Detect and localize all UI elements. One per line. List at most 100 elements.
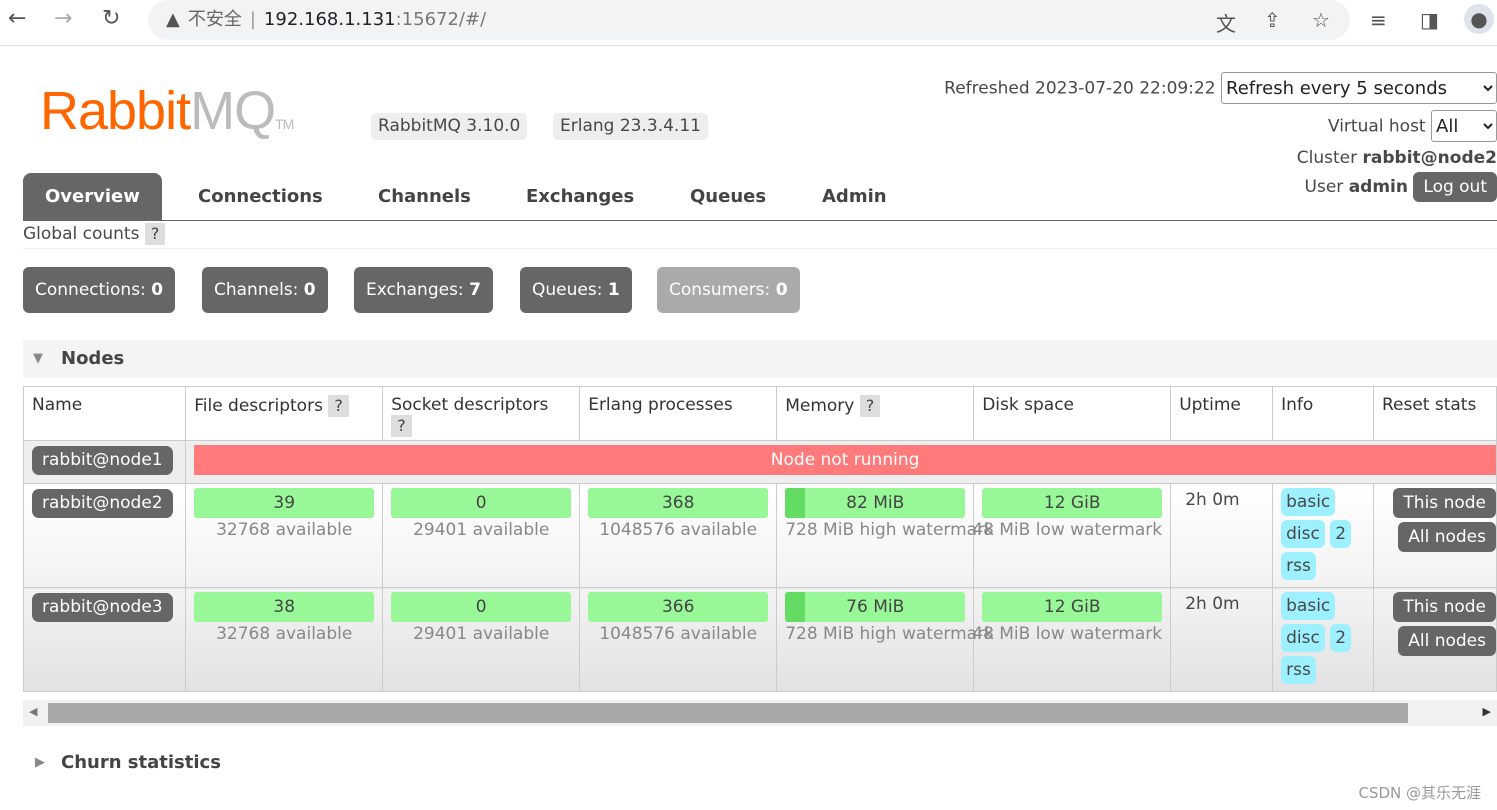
media-icon[interactable]: ≡ bbox=[1370, 8, 1387, 32]
node-link[interactable]: rabbit@node2 bbox=[32, 489, 173, 518]
main-tabs: Overview Connections Channels Exchanges … bbox=[23, 173, 1497, 221]
exchanges-count[interactable]: Exchanges: 7 bbox=[354, 267, 493, 313]
horizontal-scrollbar[interactable]: ◀ ▶ bbox=[23, 700, 1497, 726]
tab-overview[interactable]: Overview bbox=[23, 173, 162, 220]
memory-bar: 76 MiB bbox=[785, 592, 966, 622]
expand-triangle-icon: ▶ bbox=[35, 755, 45, 770]
count-label: Queues: bbox=[532, 280, 603, 300]
vhost-select[interactable]: All bbox=[1431, 110, 1497, 142]
col-name: Name bbox=[22, 386, 187, 441]
file-descriptors-sub: 32768 available bbox=[216, 624, 353, 644]
address-bar[interactable]: ▲ 不安全 | 192.168.1.131:15672/#/ bbox=[148, 0, 1350, 40]
churn-title: Churn statistics bbox=[61, 752, 221, 773]
disk-value: 12 GiB bbox=[1043, 597, 1101, 617]
scroll-right-icon[interactable]: ▶ bbox=[1483, 705, 1491, 718]
rabbitmq-logo[interactable]: RabbitMQTM bbox=[40, 80, 294, 142]
translate-icon[interactable]: ⽂ bbox=[1216, 8, 1236, 37]
profile-icon[interactable]: ● bbox=[1464, 4, 1494, 34]
browser-toolbar: ← → ↻ ▲ 不安全 | 192.168.1.131:15672/#/ ⽂ ⇪ ☆ … bbox=[0, 0, 1497, 46]
queues-count[interactable]: Queues: 1 bbox=[520, 267, 632, 313]
refreshed-label: Refreshed bbox=[944, 78, 1030, 99]
reset-this-node-button[interactable]: This node bbox=[1393, 488, 1496, 518]
star-icon[interactable]: ☆ bbox=[1312, 8, 1330, 32]
global-counts-label: Global counts bbox=[23, 224, 140, 244]
erlang-processes-sub: 1048576 available bbox=[599, 624, 758, 644]
logo-tm: TM bbox=[275, 116, 294, 132]
tab-admin[interactable]: Admin bbox=[800, 173, 909, 220]
memory-cell: 76 MiB 728 MiB high watermark bbox=[776, 587, 994, 692]
nodes-section-toggle[interactable]: ▼ Nodes bbox=[23, 340, 1497, 378]
help-button[interactable]: ? bbox=[859, 395, 881, 417]
help-button[interactable]: ? bbox=[144, 223, 166, 245]
refreshed-time: 2023-07-20 22:09:22 bbox=[1035, 78, 1216, 99]
file-descriptors-value: 38 bbox=[273, 597, 296, 617]
consumers-count[interactable]: Consumers: 0 bbox=[657, 267, 800, 313]
tab-connections[interactable]: Connections bbox=[176, 173, 345, 220]
memory-fill bbox=[785, 488, 805, 518]
info-badge-rss: rss bbox=[1281, 656, 1316, 684]
churn-section-toggle[interactable]: ▶ Churn statistics bbox=[23, 750, 221, 776]
count-value: 7 bbox=[469, 280, 481, 300]
reset-all-nodes-button[interactable]: All nodes bbox=[1398, 522, 1496, 552]
disk-value: 12 GiB bbox=[1043, 493, 1101, 513]
file-descriptors-sub: 32768 available bbox=[216, 520, 353, 540]
scrollbar-thumb[interactable] bbox=[48, 703, 1408, 723]
help-button[interactable]: ? bbox=[328, 395, 349, 417]
file-descriptors-cell: 38 32768 available bbox=[185, 587, 384, 692]
tab-channels[interactable]: Channels bbox=[356, 173, 493, 220]
table-row: rabbit@node2 39 32768 available 0 29401 avai… bbox=[22, 483, 1497, 588]
erlang-processes-bar: 366 bbox=[588, 592, 769, 622]
col-info: Info bbox=[1272, 386, 1374, 441]
info-badge-disc: disc bbox=[1281, 624, 1325, 652]
socket-descriptors-value: 0 bbox=[475, 493, 487, 513]
back-icon[interactable]: ← bbox=[8, 6, 26, 31]
count-value: 0 bbox=[151, 280, 164, 300]
col-uptime: Uptime bbox=[1170, 386, 1274, 441]
share-icon[interactable]: ⇪ bbox=[1264, 8, 1281, 32]
forward-icon[interactable]: → bbox=[54, 6, 72, 31]
col-erlang-processes: Erlang processes bbox=[579, 386, 778, 441]
channels-count[interactable]: Channels: 0 bbox=[202, 267, 328, 313]
global-counts-heading: Global counts ? bbox=[23, 223, 1497, 249]
name-cell: rabbit@node2 bbox=[22, 483, 187, 588]
disk-cell: 12 GiB 48 MiB low watermark bbox=[972, 483, 1172, 588]
socket-descriptors-value: 0 bbox=[475, 597, 487, 617]
url-host: 192.168.1.131 bbox=[263, 9, 396, 30]
count-value: 0 bbox=[775, 280, 788, 300]
sidepanel-icon[interactable]: ◨ bbox=[1420, 8, 1439, 32]
reload-icon[interactable]: ↻ bbox=[102, 6, 120, 31]
scroll-left-icon[interactable]: ◀ bbox=[29, 705, 37, 718]
tab-queues[interactable]: Queues bbox=[668, 173, 788, 220]
socket-descriptors-cell: 0 29401 available bbox=[382, 483, 581, 588]
name-cell: rabbit@node1 bbox=[22, 440, 187, 484]
refresh-select[interactable]: Refresh every 5 seconds bbox=[1221, 72, 1497, 104]
node-link[interactable]: rabbit@node3 bbox=[32, 593, 173, 622]
col-disk-space: Disk space bbox=[973, 386, 1172, 441]
reset-all-nodes-button[interactable]: All nodes bbox=[1398, 626, 1496, 656]
logo-rabbit: Rabbit bbox=[40, 81, 191, 141]
disk-bar: 12 GiB bbox=[982, 592, 1163, 622]
col-label: File descriptors bbox=[194, 396, 323, 416]
memory-cell: 82 MiB 728 MiB high watermark bbox=[776, 483, 994, 588]
table-header: Name File descriptors ? Socket descripto… bbox=[22, 386, 1497, 441]
disk-bar: 12 GiB bbox=[982, 488, 1163, 518]
count-value: 1 bbox=[607, 280, 620, 300]
uptime-cell: 2h 0m bbox=[1170, 483, 1274, 588]
count-value: 0 bbox=[303, 280, 316, 300]
count-label: Consumers: bbox=[669, 280, 771, 300]
connections-count[interactable]: Connections: 0 bbox=[23, 267, 176, 313]
tab-exchanges[interactable]: Exchanges bbox=[504, 173, 656, 220]
col-memory: Memory ? bbox=[776, 386, 975, 441]
info-badge-2: 2 bbox=[1330, 520, 1352, 548]
info-badge-rss: rss bbox=[1281, 552, 1316, 580]
info-badge-basic: basic bbox=[1281, 592, 1336, 620]
node-link[interactable]: rabbit@node1 bbox=[32, 446, 173, 475]
socket-descriptors-sub: 29401 available bbox=[413, 520, 550, 540]
count-label: Connections: bbox=[35, 280, 146, 300]
table-row: rabbit@node1 Node not running bbox=[22, 440, 1497, 484]
reset-cell: This node All nodes bbox=[1372, 587, 1497, 692]
vhost-label: Virtual host bbox=[1327, 116, 1426, 137]
help-button[interactable]: ? bbox=[391, 415, 412, 437]
reset-this-node-button[interactable]: This node bbox=[1393, 592, 1496, 622]
cluster-label: Cluster bbox=[1296, 148, 1358, 168]
